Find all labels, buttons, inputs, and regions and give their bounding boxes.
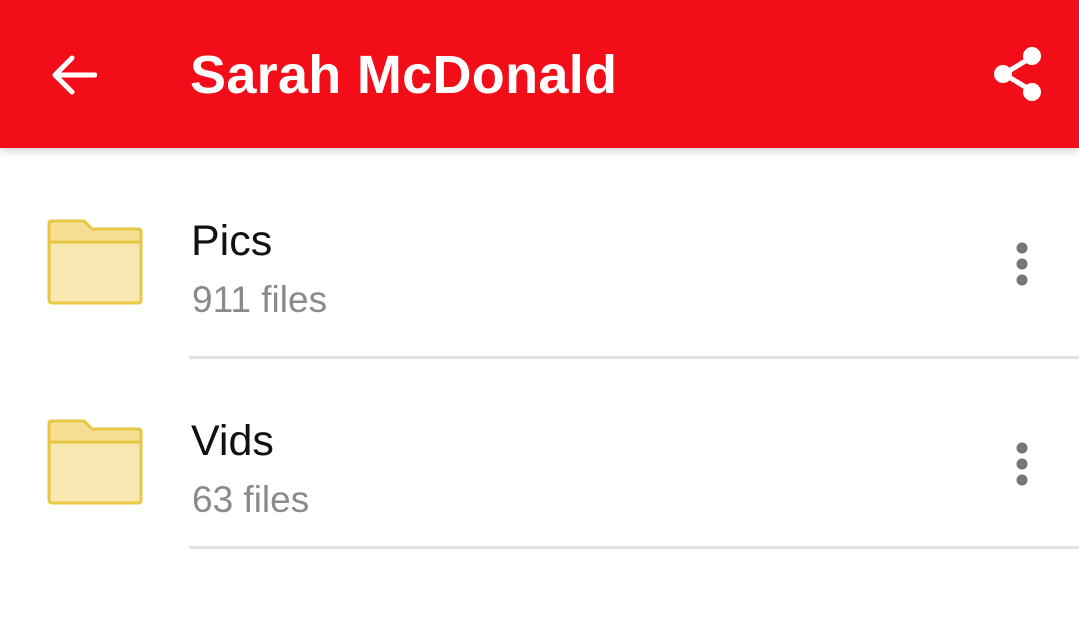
folder-list: Pics 911 files Vids 63 files (0, 148, 1079, 549)
app-bar: Sarah McDonald (0, 0, 1079, 148)
back-button[interactable] (34, 37, 114, 113)
arrow-left-icon (52, 55, 97, 95)
share-button[interactable] (980, 36, 1056, 112)
item-file-count: 63 files (192, 479, 310, 520)
more-options-button[interactable] (996, 428, 1048, 500)
more-vert-icon (1016, 442, 1028, 486)
share-icon (994, 47, 1041, 101)
list-item-pics[interactable]: Pics 911 files (0, 148, 1079, 359)
more-options-button[interactable] (996, 228, 1048, 300)
folder-icon (47, 419, 143, 505)
more-vert-icon (1016, 242, 1028, 286)
page-title: Sarah McDonald (190, 45, 618, 105)
divider (189, 546, 1079, 549)
folder-icon (47, 219, 143, 305)
item-name: Pics (191, 217, 273, 265)
list-item-vids[interactable]: Vids 63 files (0, 359, 1079, 549)
item-name: Vids (191, 417, 274, 465)
item-file-count: 911 files (192, 279, 328, 320)
